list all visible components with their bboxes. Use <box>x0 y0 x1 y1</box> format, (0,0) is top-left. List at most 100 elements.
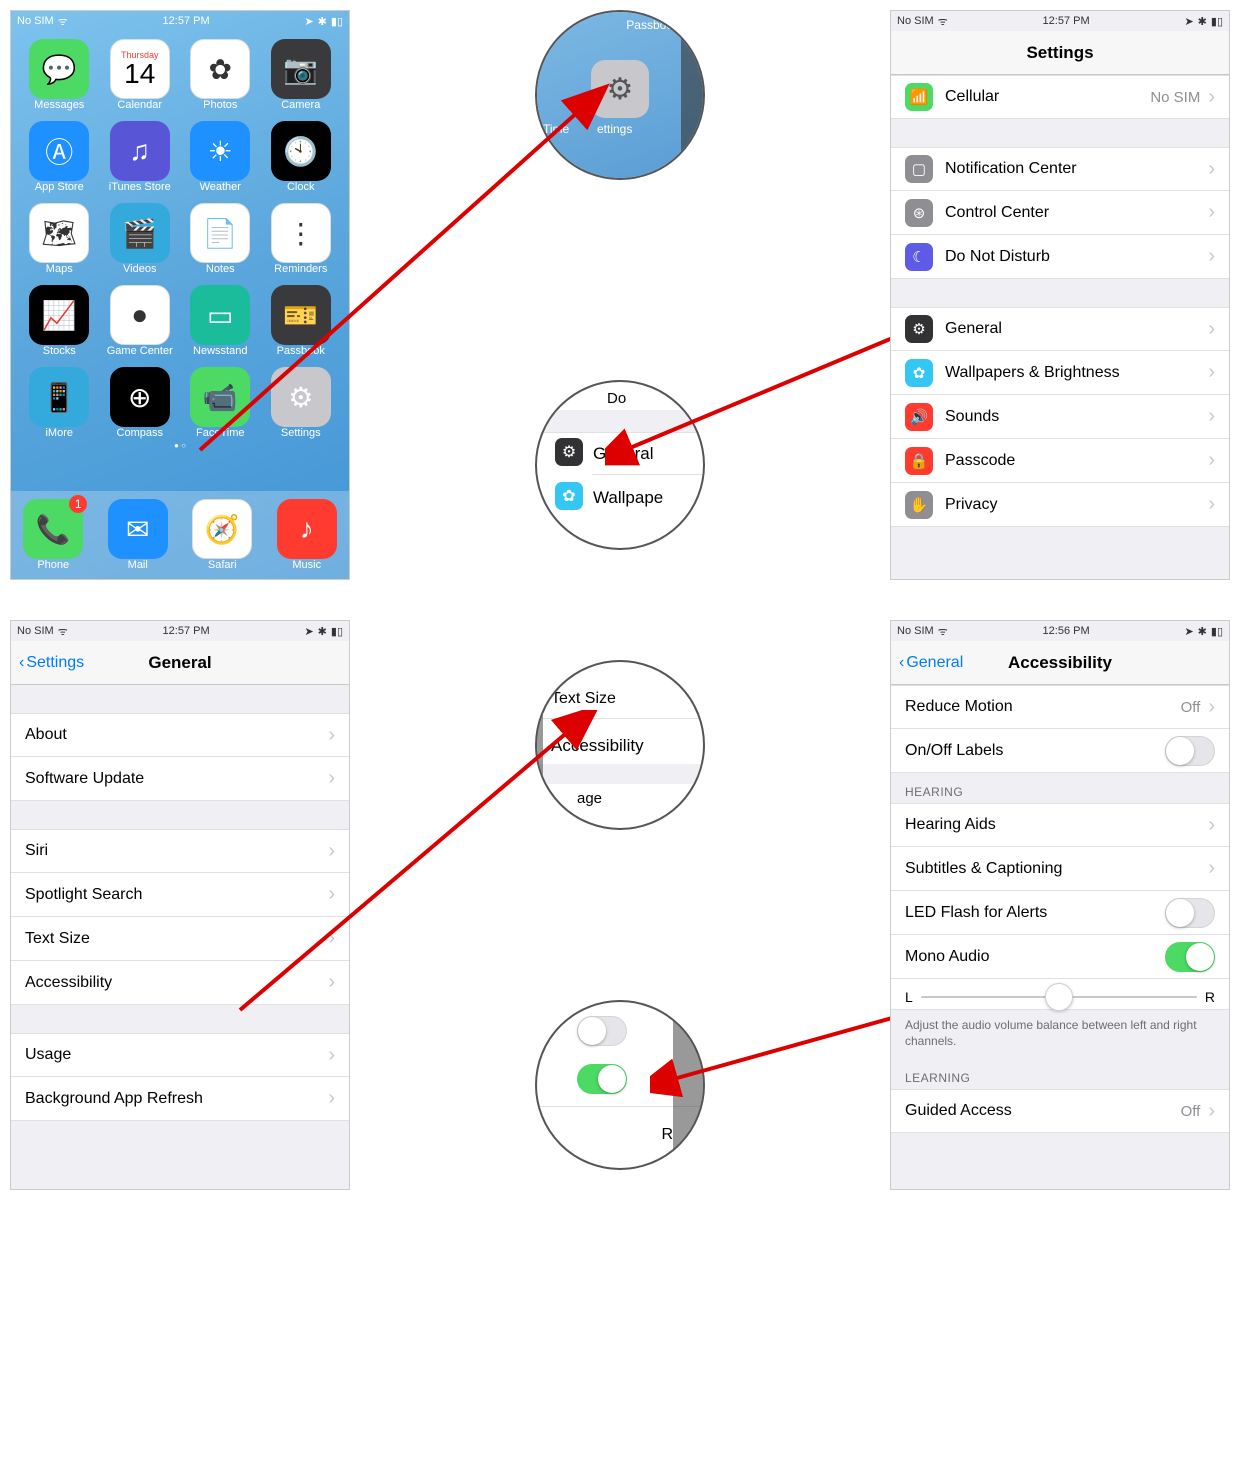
row-usage[interactable]: Usage› <box>11 1033 349 1077</box>
wifi-icon: ᯤ <box>938 14 948 29</box>
app-phone[interactable]: 📞1Phone <box>11 499 96 579</box>
page-dots[interactable]: ● ○ <box>11 439 349 452</box>
row-spotlight-search[interactable]: Spotlight Search› <box>11 873 349 917</box>
row-label: LED Flash for Alerts <box>905 904 1165 922</box>
row-on-off-labels[interactable]: On/Off Labels <box>891 729 1229 773</box>
app-photos[interactable]: ✿Photos <box>180 39 261 111</box>
slider-thumb[interactable] <box>1045 983 1073 1011</box>
back-button[interactable]: ‹Settings <box>19 654 84 672</box>
row-value: Off <box>1181 1103 1201 1120</box>
app-mail[interactable]: ✉Mail <box>96 499 181 579</box>
row-sounds[interactable]: 🔊Sounds› <box>891 395 1229 439</box>
battery-icon: ▮▯ <box>1211 625 1223 638</box>
row-mono-audio[interactable]: Mono Audio <box>891 935 1229 979</box>
app-icon-maps: 🗺 <box>29 203 89 263</box>
app-stocks[interactable]: 📈Stocks <box>19 285 100 357</box>
toggle-led-flash-for-alerts[interactable] <box>1165 898 1215 928</box>
row-passcode[interactable]: 🔒Passcode› <box>891 439 1229 483</box>
app-maps[interactable]: 🗺Maps <box>19 203 100 275</box>
row-label: Software Update <box>25 770 328 788</box>
row-hearing-aids[interactable]: Hearing Aids› <box>891 803 1229 847</box>
general-list: About›Software Update›Siri›Spotlight Sea… <box>11 685 349 1121</box>
app-icon-videos: 🎬 <box>110 203 170 263</box>
row-guided-access[interactable]: Guided AccessOff› <box>891 1089 1229 1133</box>
app-notes[interactable]: 📄Notes <box>180 203 261 275</box>
toggle-mono-audio[interactable] <box>1165 942 1215 972</box>
chevron-right-icon: › <box>328 767 335 790</box>
app-icon-music: ♪ <box>277 499 337 559</box>
app-facetime[interactable]: 📹FaceTime <box>180 367 261 439</box>
row-led-flash-for-alerts[interactable]: LED Flash for Alerts <box>891 891 1229 935</box>
app-imore[interactable]: 📱iMore <box>19 367 100 439</box>
app-messages[interactable]: 💬Messages <box>19 39 100 111</box>
row-siri[interactable]: Siri› <box>11 829 349 873</box>
accessibility-list: Reduce MotionOff›On/Off LabelsHEARINGHea… <box>891 685 1229 1133</box>
row-general[interactable]: ⚙General› <box>891 307 1229 351</box>
row-control-center[interactable]: ⊛Control Center› <box>891 191 1229 235</box>
clock-label: 12:57 PM <box>163 625 210 637</box>
row-icon: 🔊 <box>905 403 933 431</box>
zoom1-facetime-label: Time <box>543 122 569 136</box>
app-music[interactable]: ♪Music <box>265 499 350 579</box>
section-gap <box>891 279 1229 307</box>
app-weather[interactable]: ☀Weather <box>180 121 261 193</box>
status-bar: No SIMᯤ 12:56 PM ➤✱▮▯ <box>891 621 1229 641</box>
app-passbook[interactable]: 🎫Passbook <box>261 285 342 357</box>
row-label: Reduce Motion <box>905 698 1181 716</box>
app-label: Passbook <box>277 345 325 357</box>
app-label: Maps <box>46 263 73 275</box>
zoom-circle-accessibility-row: Text Size Accessibility age <box>535 660 705 830</box>
row-cellular[interactable]: 📶CellularNo SIM› <box>891 75 1229 119</box>
audio-balance-slider[interactable] <box>921 996 1197 998</box>
app-videos[interactable]: 🎬Videos <box>100 203 181 275</box>
app-calendar[interactable]: Thursday14Calendar <box>100 39 181 111</box>
app-icon-settings: ⚙ <box>271 367 331 427</box>
row-label: Subtitles & Captioning <box>905 860 1208 878</box>
row-subtitles-captioning[interactable]: Subtitles & Captioning› <box>891 847 1229 891</box>
app-reminders[interactable]: ⋮Reminders <box>261 203 342 275</box>
app-clock[interactable]: 🕙Clock <box>261 121 342 193</box>
zoom1-settings-icon: ⚙ <box>591 60 649 118</box>
status-bar: No SIM ᯤ 12:57 PM ➤ ✱ ▮▯ <box>11 11 349 31</box>
section-gap <box>891 119 1229 147</box>
location-icon: ➤ <box>304 15 313 28</box>
app-label: FaceTime <box>196 427 245 439</box>
chevron-right-icon: › <box>328 883 335 906</box>
app-newsstand[interactable]: ▭Newsstand <box>180 285 261 357</box>
battery-icon: ▮▯ <box>331 15 343 28</box>
app-game-center[interactable]: ●Game Center <box>100 285 181 357</box>
chevron-right-icon: › <box>1208 1100 1215 1123</box>
app-settings[interactable]: ⚙Settings <box>261 367 342 439</box>
status-bar: No SIMᯤ 12:57 PM ➤✱▮▯ <box>11 621 349 641</box>
app-camera[interactable]: 📷Camera <box>261 39 342 111</box>
home-app-grid: 💬MessagesThursday14Calendar✿Photos📷Camer… <box>11 31 349 439</box>
iphone-accessibility-screen: No SIMᯤ 12:56 PM ➤✱▮▯ ‹General Accessibi… <box>890 620 1230 1190</box>
bluetooth-icon: ✱ <box>1198 15 1207 28</box>
row-notification-center[interactable]: ▢Notification Center› <box>891 147 1229 191</box>
app-compass[interactable]: ⊕Compass <box>100 367 181 439</box>
clock-label: 12:57 PM <box>1043 15 1090 27</box>
row-accessibility[interactable]: Accessibility› <box>11 961 349 1005</box>
row-background-app-refresh[interactable]: Background App Refresh› <box>11 1077 349 1121</box>
back-label: General <box>906 654 963 672</box>
carrier-label: No SIM <box>897 625 934 637</box>
row-icon: ☾ <box>905 243 933 271</box>
app-label: Weather <box>200 181 241 193</box>
row-icon: ✿ <box>905 359 933 387</box>
carrier-label: No SIM <box>17 15 54 27</box>
row-text-size[interactable]: Text Size› <box>11 917 349 961</box>
app-app-store[interactable]: ⒶApp Store <box>19 121 100 193</box>
back-button[interactable]: ‹General <box>899 654 963 672</box>
row-software-update[interactable]: Software Update› <box>11 757 349 801</box>
slider-left-label: L <box>905 989 913 1005</box>
chevron-right-icon: › <box>328 971 335 994</box>
row-privacy[interactable]: ✋Privacy› <box>891 483 1229 527</box>
toggle-on-off-labels[interactable] <box>1165 736 1215 766</box>
app-safari[interactable]: 🧭Safari <box>180 499 265 579</box>
row-wallpapers-brightness[interactable]: ✿Wallpapers & Brightness› <box>891 351 1229 395</box>
row-do-not-disturb[interactable]: ☾Do Not Disturb› <box>891 235 1229 279</box>
row-about[interactable]: About› <box>11 713 349 757</box>
app-itunes-store[interactable]: ♫iTunes Store <box>100 121 181 193</box>
row-reduce-motion[interactable]: Reduce MotionOff› <box>891 685 1229 729</box>
chevron-right-icon: › <box>1208 814 1215 837</box>
